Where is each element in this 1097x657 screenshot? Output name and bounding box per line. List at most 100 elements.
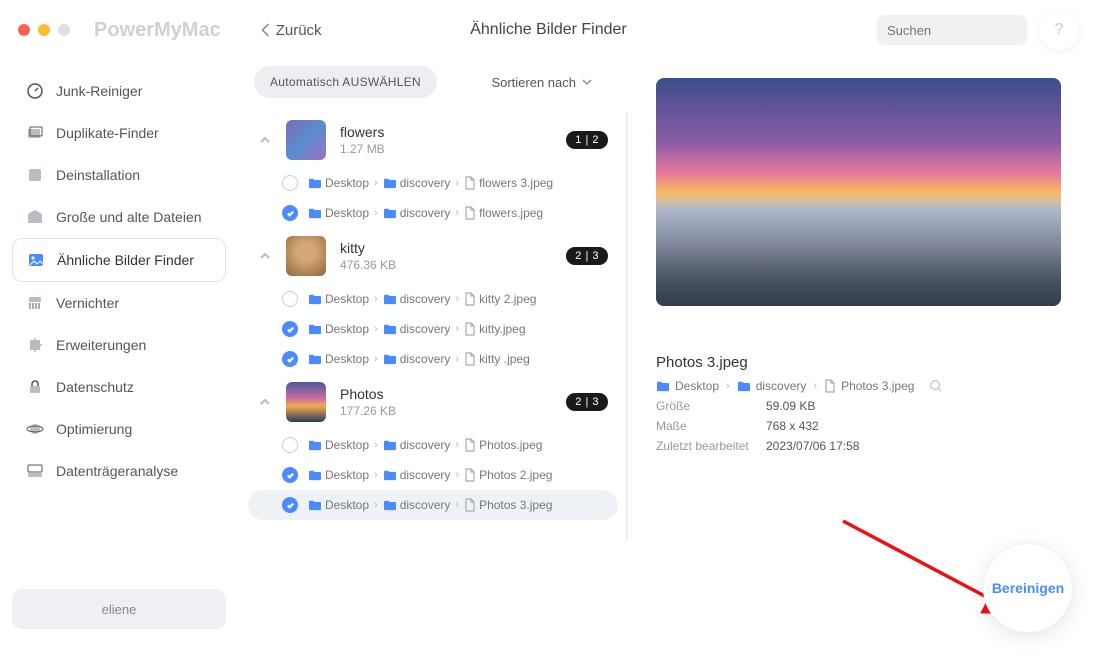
file-row[interactable]: Desktop › discovery › Photos.jpeg (248, 430, 618, 460)
collapse-toggle[interactable] (258, 249, 272, 263)
file-row[interactable]: Desktop › discovery › kitty .jpeg (248, 344, 618, 374)
group-count-badge: 2 | 3 (566, 393, 608, 411)
folder-icon (308, 439, 322, 451)
gauge-icon (26, 82, 44, 100)
sidebar-item-app[interactable]: Deinstallation (12, 154, 226, 196)
auto-select-button[interactable]: Automatisch AUSWÄHLEN (254, 66, 437, 98)
sidebar-item-label: Datenträgeranalyse (56, 463, 178, 479)
file-icon (824, 379, 836, 393)
checkbox-checked[interactable] (282, 321, 298, 337)
group-header[interactable]: Photos 177.26 KB 2 | 3 (248, 374, 618, 430)
image-icon (27, 251, 45, 269)
sidebar-item-puzzle[interactable]: Erweiterungen (12, 324, 226, 366)
file-path: Desktop › discovery › kitty.jpeg (308, 322, 526, 336)
folder-icon (308, 323, 322, 335)
user-bar[interactable]: eliene (12, 589, 226, 629)
collapse-toggle[interactable] (258, 395, 272, 409)
sidebar-item-label: Vernichter (56, 295, 119, 311)
sidebar-item-folders[interactable]: Duplikate-Finder (12, 112, 226, 154)
group-size: 177.26 KB (340, 404, 396, 418)
sidebar-item-disk[interactable]: Datenträgeranalyse (12, 450, 226, 492)
folder-icon (383, 323, 397, 335)
meta-val-mod: 2023/07/06 17:58 (766, 439, 859, 453)
file-row[interactable]: Desktop › discovery › Photos 3.jpeg (248, 490, 618, 520)
back-button[interactable]: Zurück (261, 22, 322, 39)
sidebar-item-gauge[interactable]: Junk-Reiniger (12, 70, 226, 112)
group-name: flowers (340, 124, 385, 140)
sidebar-item-label: Deinstallation (56, 167, 140, 183)
app-icon (26, 166, 44, 184)
folders-icon (26, 124, 44, 142)
group-name: Photos (340, 386, 396, 402)
file-icon (464, 322, 476, 336)
folder-icon (308, 177, 322, 189)
file-path: Desktop › discovery › kitty .jpeg (308, 352, 530, 366)
file-row[interactable]: Desktop › discovery › Photos 2.jpeg (248, 460, 618, 490)
checkbox-unchecked[interactable] (282, 175, 298, 191)
collapse-toggle[interactable] (258, 133, 272, 147)
file-icon (464, 498, 476, 512)
file-path: Desktop › discovery › flowers.jpeg (308, 206, 543, 220)
file-row[interactable]: Desktop › discovery › kitty.jpeg (248, 314, 618, 344)
folder-icon (656, 380, 670, 392)
sidebar-item-box[interactable]: Große und alte Dateien (12, 196, 226, 238)
titlebar: PowerMyMac Zurück Ähnliche Bilder Finder… (0, 0, 1097, 60)
meta-val-dim: 768 x 432 (766, 419, 819, 433)
close-window-button[interactable] (18, 24, 30, 36)
meta-key-dim: Maße (656, 419, 766, 433)
folder-icon (383, 293, 397, 305)
sort-dropdown[interactable]: Sortieren nach (491, 75, 592, 90)
file-path: Desktop › discovery › Photos.jpeg (308, 438, 542, 452)
checkbox-checked[interactable] (282, 467, 298, 483)
puzzle-icon (26, 336, 44, 354)
group-name: kitty (340, 240, 396, 256)
folder-icon (308, 499, 322, 511)
checkbox-checked[interactable] (282, 205, 298, 221)
file-path: Desktop › discovery › Photos 2.jpeg (308, 468, 552, 482)
folder-icon (308, 293, 322, 305)
detail-path[interactable]: Desktop › discovery › Photos 3.jpeg (656, 379, 1061, 393)
maximize-window-button[interactable] (58, 24, 70, 36)
group-count-badge: 2 | 3 (566, 247, 608, 265)
sidebar-item-lock[interactable]: Datenschutz (12, 366, 226, 408)
back-label: Zurück (276, 22, 322, 39)
folder-icon (383, 499, 397, 511)
sidebar-item-label: Duplikate-Finder (56, 125, 159, 141)
results-list: Automatisch AUSWÄHLEN Sortieren nach flo… (238, 60, 638, 657)
clean-button[interactable]: Bereinigen (983, 543, 1073, 633)
search-input[interactable] (887, 23, 1063, 38)
shredder-icon (26, 294, 44, 312)
help-button[interactable]: ? (1039, 10, 1079, 50)
sidebar-item-planet[interactable]: Optimierung (12, 408, 226, 450)
file-row[interactable]: Desktop › discovery › flowers 3.jpeg (248, 168, 618, 198)
checkbox-checked[interactable] (282, 497, 298, 513)
file-path: Desktop › discovery › flowers 3.jpeg (308, 176, 553, 190)
file-icon (464, 176, 476, 190)
sidebar-item-shredder[interactable]: Vernichter (12, 282, 226, 324)
search-field[interactable] (877, 15, 1027, 45)
box-icon (26, 208, 44, 226)
file-row[interactable]: Desktop › discovery › kitty 2.jpeg (248, 284, 618, 314)
sidebar-item-image[interactable]: Ähnliche Bilder Finder (12, 238, 226, 282)
detail-filename: Photos 3.jpeg (656, 354, 1061, 371)
file-icon (464, 438, 476, 452)
folder-icon (383, 353, 397, 365)
group-header[interactable]: kitty476.36 KB 2 | 3 (248, 228, 618, 284)
meta-val-size: 59.09 KB (766, 399, 815, 413)
checkbox-unchecked[interactable] (282, 291, 298, 307)
app-name: PowerMyMac (94, 19, 221, 42)
checkbox-unchecked[interactable] (282, 437, 298, 453)
sidebar-item-label: Datenschutz (56, 379, 134, 395)
sidebar-item-label: Ähnliche Bilder Finder (57, 252, 194, 268)
checkbox-checked[interactable] (282, 351, 298, 367)
reveal-in-finder-icon[interactable] (929, 379, 943, 393)
lock-icon (26, 378, 44, 396)
sidebar-item-label: Junk-Reiniger (56, 83, 142, 99)
minimize-window-button[interactable] (38, 24, 50, 36)
file-path: Desktop › discovery › kitty 2.jpeg (308, 292, 536, 306)
file-path: Desktop › discovery › Photos 3.jpeg (308, 498, 552, 512)
file-row[interactable]: Desktop › discovery › flowers.jpeg (248, 198, 618, 228)
folder-icon (383, 469, 397, 481)
group-header[interactable]: flowers1.27 MB 1 | 2 (248, 112, 618, 168)
file-icon (464, 292, 476, 306)
